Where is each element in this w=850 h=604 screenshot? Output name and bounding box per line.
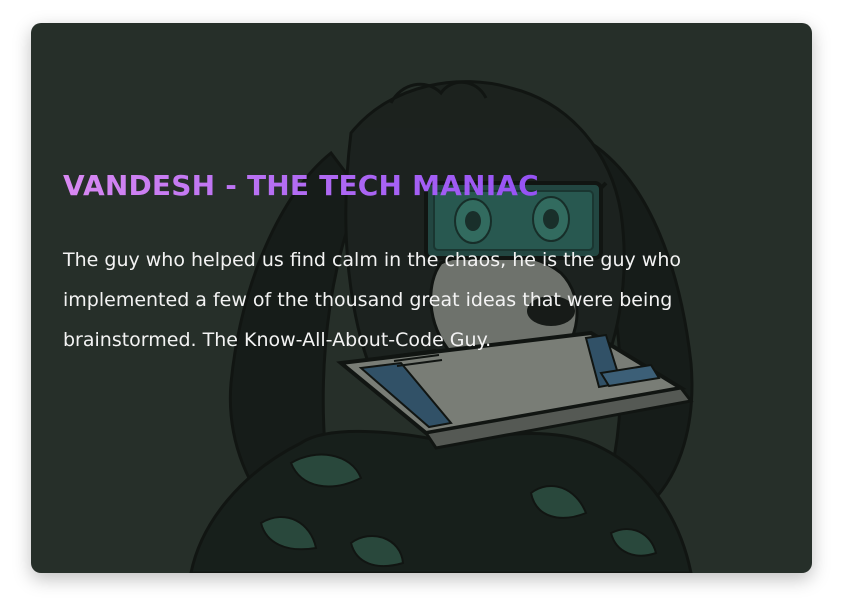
card-title: VANDESH - THE TECH MANIAC bbox=[63, 169, 539, 202]
card-description: The guy who helped us find calm in the c… bbox=[63, 249, 681, 351]
profile-card: VANDESH - THE TECH MANIAC The guy who he… bbox=[31, 23, 812, 573]
